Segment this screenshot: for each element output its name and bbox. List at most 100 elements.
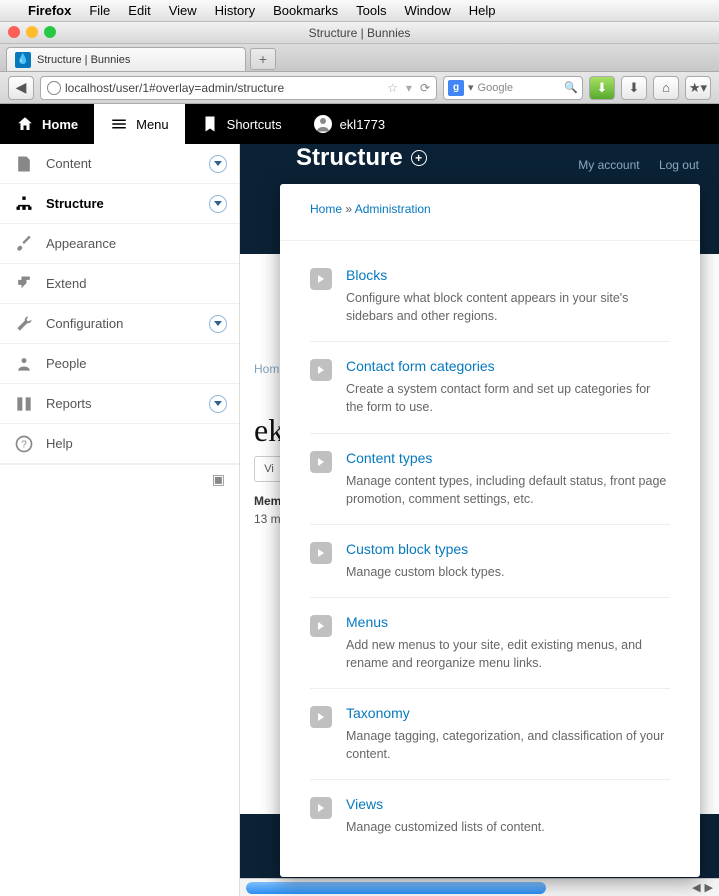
- google-icon: g: [448, 80, 464, 96]
- admin-link[interactable]: Blocks: [346, 267, 387, 283]
- admin-desc: Add new menus to your site, edit existin…: [346, 636, 670, 672]
- hamburger-icon: [110, 115, 128, 133]
- breadcrumb-admin[interactable]: Administration: [355, 202, 431, 216]
- window-title: Structure | Bunnies: [0, 26, 719, 40]
- menu-edit[interactable]: Edit: [128, 3, 150, 18]
- admin-link[interactable]: Custom block types: [346, 541, 468, 557]
- logout-link[interactable]: Log out: [659, 158, 699, 172]
- url-text: localhost/user/1#overlay=admin/structure: [65, 81, 284, 95]
- scrollbar-arrows: ◀ ▶: [692, 881, 713, 894]
- horizontal-scrollbar[interactable]: ◀ ▶: [240, 878, 719, 896]
- browser-tab[interactable]: 💧 Structure | Bunnies: [6, 47, 246, 71]
- sidebar-item-help[interactable]: ? Help: [0, 424, 239, 464]
- sidebar-item-extend[interactable]: Extend: [0, 264, 239, 304]
- app-name[interactable]: Firefox: [28, 3, 71, 18]
- reload-icon[interactable]: ⟳: [420, 81, 430, 95]
- reports-icon: [14, 394, 34, 414]
- sidebar-label: Help: [46, 436, 73, 451]
- admin-link[interactable]: Taxonomy: [346, 705, 410, 721]
- toolbar-home-label: Home: [42, 117, 78, 132]
- scrollbar-thumb[interactable]: [246, 882, 546, 894]
- zoom-window-icon[interactable]: [44, 26, 56, 38]
- menu-file[interactable]: File: [89, 3, 110, 18]
- bookmarks-button[interactable]: ★▾: [685, 76, 711, 100]
- admin-link[interactable]: Menus: [346, 614, 388, 630]
- search-dropdown-icon[interactable]: ▾: [468, 81, 474, 94]
- admin-link[interactable]: Views: [346, 796, 383, 812]
- home-icon: [16, 115, 34, 133]
- menu-view[interactable]: View: [169, 3, 197, 18]
- menu-tools[interactable]: Tools: [356, 3, 386, 18]
- people-icon: [14, 354, 34, 374]
- sidebar-item-content[interactable]: Content: [0, 144, 239, 184]
- admin-item-menus: Menus Add new menus to your site, edit e…: [310, 598, 670, 689]
- overlay-panel: Home » Administration Blocks Configure w…: [280, 184, 700, 877]
- sidebar-label: Configuration: [46, 316, 123, 331]
- document-icon: [14, 154, 34, 174]
- admin-desc: Manage tagging, categorization, and clas…: [346, 727, 670, 763]
- menu-history[interactable]: History: [215, 3, 255, 18]
- chevron-down-icon[interactable]: [209, 155, 227, 173]
- sidebar-item-appearance[interactable]: Appearance: [0, 224, 239, 264]
- wrench-icon: [14, 314, 34, 334]
- bookmark-icon: [201, 115, 219, 133]
- breadcrumb-sep: »: [342, 202, 355, 216]
- chevron-right-icon: [310, 359, 332, 381]
- toolbar-menu[interactable]: Menu: [94, 104, 185, 144]
- close-window-icon[interactable]: [8, 26, 20, 38]
- toolbar-home[interactable]: Home: [0, 104, 94, 144]
- extension-button[interactable]: ⬇: [589, 76, 615, 100]
- admin-item-blocks: Blocks Configure what block content appe…: [310, 251, 670, 342]
- my-account-link[interactable]: My account: [578, 158, 639, 172]
- sidebar-collapse-button[interactable]: ▣: [0, 464, 239, 494]
- structure-icon: [14, 194, 34, 214]
- menu-window[interactable]: Window: [405, 3, 451, 18]
- traffic-lights: [8, 26, 56, 38]
- chevron-down-icon[interactable]: [209, 395, 227, 413]
- admin-desc: Manage custom block types.: [346, 563, 670, 581]
- downloads-button[interactable]: ⬇: [621, 76, 647, 100]
- chevron-right-icon: [310, 615, 332, 637]
- chevron-right-icon: [310, 451, 332, 473]
- scroll-left-icon[interactable]: ◀: [692, 881, 700, 894]
- search-box[interactable]: g ▾ Google 🔍: [443, 76, 583, 100]
- user-icon: [314, 115, 332, 133]
- help-icon: ?: [14, 434, 34, 454]
- sidebar-item-structure[interactable]: Structure: [0, 184, 239, 224]
- search-icon[interactable]: 🔍: [564, 81, 578, 94]
- admin-item-views: Views Manage customized lists of content…: [310, 780, 670, 852]
- new-tab-button[interactable]: +: [250, 48, 276, 70]
- dropdown-icon[interactable]: ▾: [406, 81, 412, 95]
- toolbar-user[interactable]: ekl1773: [298, 104, 402, 144]
- backdrop-home-crumb: Hom: [254, 362, 279, 376]
- toolbar-shortcuts[interactable]: Shortcuts: [185, 104, 298, 144]
- minimize-window-icon[interactable]: [26, 26, 38, 38]
- sidebar-item-reports[interactable]: Reports: [0, 384, 239, 424]
- sidebar-item-people[interactable]: People: [0, 344, 239, 384]
- admin-item-taxonomy: Taxonomy Manage tagging, categorization,…: [310, 689, 670, 780]
- back-button[interactable]: ◀: [8, 76, 34, 100]
- breadcrumb-home[interactable]: Home: [310, 202, 342, 216]
- admin-link[interactable]: Contact form categories: [346, 358, 495, 374]
- admin-link[interactable]: Content types: [346, 450, 432, 466]
- scroll-right-icon[interactable]: ▶: [705, 881, 713, 894]
- menu-bookmarks[interactable]: Bookmarks: [273, 3, 338, 18]
- globe-icon: [47, 81, 61, 95]
- sidebar-label: Extend: [46, 276, 86, 291]
- admin-desc: Configure what block content appears in …: [346, 289, 670, 325]
- menu-help[interactable]: Help: [469, 3, 496, 18]
- bookmark-star-icon[interactable]: ☆: [387, 81, 398, 95]
- sidebar-item-configuration[interactable]: Configuration: [0, 304, 239, 344]
- site-user-links: My account Log out: [562, 158, 699, 172]
- toolbar-shortcuts-label: Shortcuts: [227, 117, 282, 132]
- chevron-right-icon: [310, 797, 332, 819]
- home-button[interactable]: ⌂: [653, 76, 679, 100]
- sidebar-label: People: [46, 356, 86, 371]
- chevron-right-icon: [310, 706, 332, 728]
- chevron-right-icon: [310, 268, 332, 290]
- chevron-down-icon[interactable]: [209, 315, 227, 333]
- address-bar[interactable]: localhost/user/1#overlay=admin/structure…: [40, 76, 437, 100]
- tab-strip: 💧 Structure | Bunnies +: [0, 44, 719, 72]
- chevron-down-icon[interactable]: [209, 195, 227, 213]
- add-shortcut-icon[interactable]: +: [411, 150, 427, 166]
